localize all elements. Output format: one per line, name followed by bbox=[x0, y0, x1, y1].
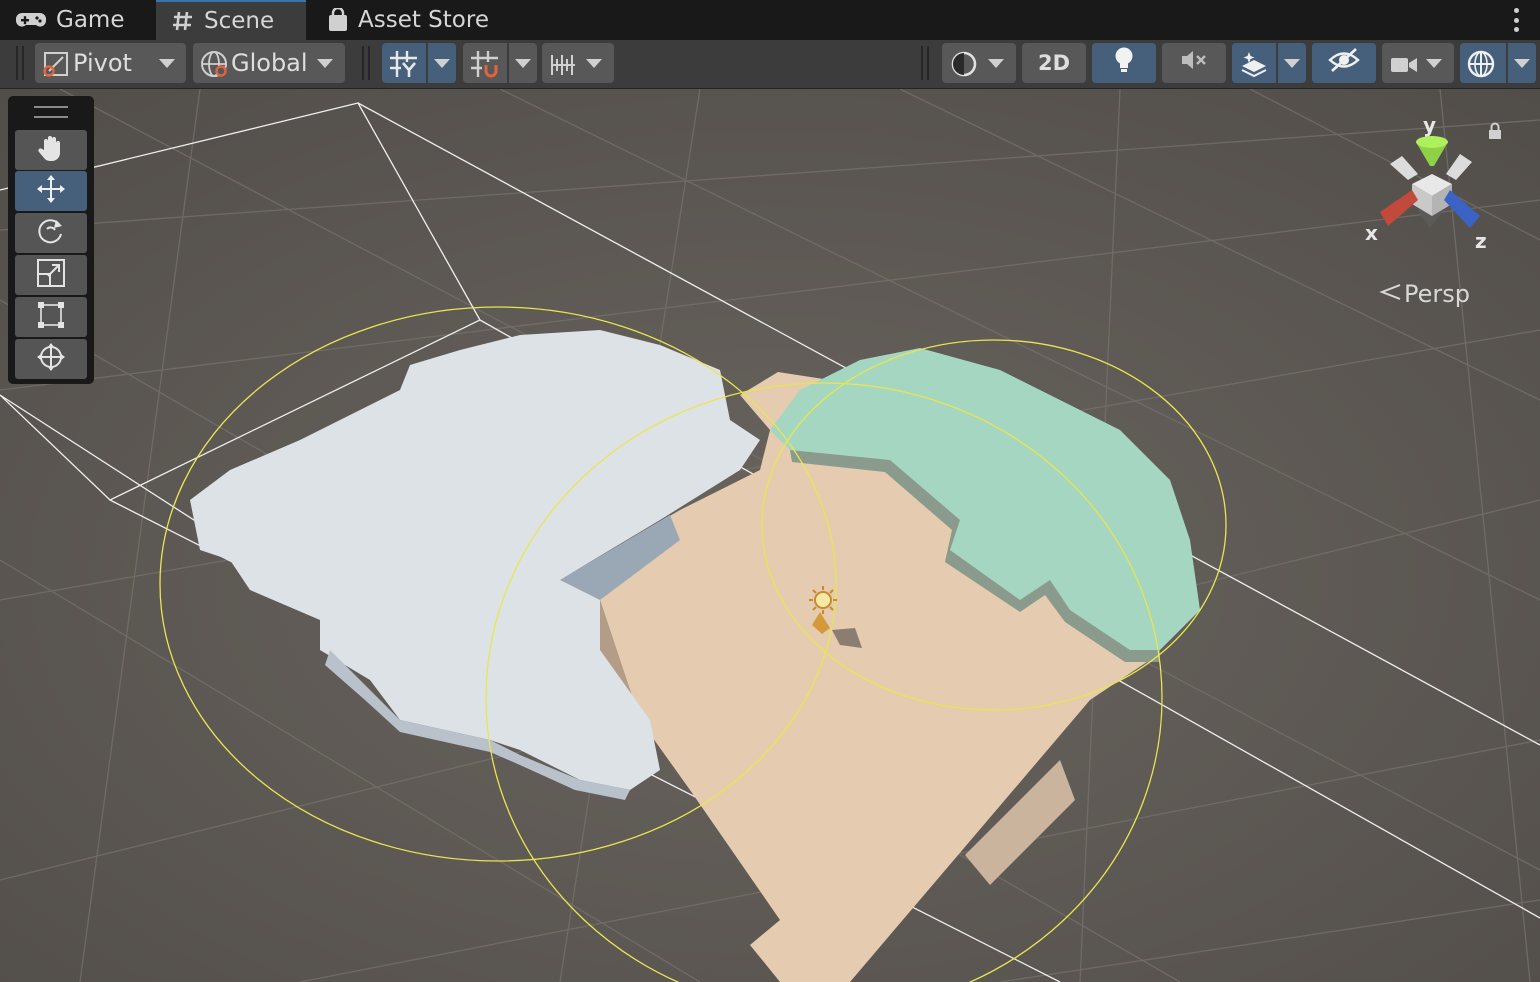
grid-snapping-button[interactable] bbox=[463, 43, 537, 83]
gizmo-z-label: z bbox=[1475, 229, 1487, 253]
tab-game[interactable]: Game bbox=[0, 0, 152, 40]
chevron-down-icon bbox=[317, 59, 333, 68]
chevron-down-icon bbox=[586, 59, 602, 68]
move-arrows-icon bbox=[35, 173, 67, 209]
shaded-sphere-icon bbox=[950, 50, 978, 84]
draw-mode-dropdown[interactable] bbox=[942, 43, 1016, 83]
projection-toggle[interactable]: Persp bbox=[1378, 280, 1470, 308]
camera-icon bbox=[1390, 53, 1418, 81]
camera-dropdown[interactable] bbox=[1382, 43, 1454, 83]
tab-label: Game bbox=[56, 7, 125, 33]
chevron-down-icon bbox=[1284, 59, 1300, 68]
lighting-toggle-button[interactable] bbox=[1092, 43, 1156, 83]
rect-transform-icon bbox=[36, 300, 66, 334]
tab-label: Asset Store bbox=[358, 7, 489, 33]
audio-toggle-button[interactable] bbox=[1162, 43, 1226, 83]
projection-label: Persp bbox=[1404, 280, 1470, 308]
pivot-dropdown[interactable]: Pivot bbox=[35, 43, 186, 83]
global-label: Global bbox=[231, 49, 308, 77]
move-tool[interactable] bbox=[15, 171, 87, 211]
transform-icon bbox=[35, 341, 67, 377]
snap-magnet-icon bbox=[470, 50, 500, 84]
scale-icon bbox=[36, 258, 66, 292]
hand-tool[interactable] bbox=[15, 130, 87, 170]
effects-dropdown[interactable] bbox=[1232, 43, 1306, 83]
eye-hidden-icon bbox=[1328, 47, 1360, 79]
grid-visibility-button[interactable] bbox=[382, 43, 456, 83]
rotate-icon bbox=[36, 216, 66, 250]
effects-layers-icon bbox=[1240, 50, 1268, 84]
scene-render bbox=[0, 89, 1540, 982]
tab-asset-store[interactable]: Asset Store bbox=[312, 0, 502, 40]
mode-2d-label: 2D bbox=[1037, 51, 1071, 75]
chevron-down-icon bbox=[988, 59, 1004, 68]
scene-toolbar: Pivot Global 2D bbox=[0, 40, 1540, 89]
toolbar-grip[interactable] bbox=[921, 46, 929, 80]
gamepad-icon bbox=[16, 11, 46, 29]
grid-y-icon bbox=[389, 50, 419, 84]
shopping-bag-icon bbox=[328, 8, 348, 32]
overlay-drag-handle[interactable] bbox=[34, 106, 68, 118]
global-dropdown[interactable]: Global bbox=[193, 43, 345, 83]
scene-visibility-button[interactable] bbox=[1312, 43, 1376, 83]
chevron-left-icon bbox=[1378, 280, 1402, 308]
gizmo-sphere-icon bbox=[1466, 49, 1496, 85]
gizmo-y-label: y bbox=[1423, 113, 1437, 137]
chevron-down-icon bbox=[434, 59, 450, 68]
more-options-icon[interactable] bbox=[1512, 8, 1520, 32]
lock-icon[interactable] bbox=[1487, 122, 1503, 144]
gizmo-x-label: x bbox=[1365, 221, 1378, 245]
toolbar-grip[interactable] bbox=[16, 46, 24, 80]
scale-tool[interactable] bbox=[15, 255, 87, 295]
light-bulb-icon bbox=[1113, 46, 1135, 80]
increment-snapping-button[interactable] bbox=[542, 43, 614, 83]
chevron-down-icon bbox=[1514, 59, 1530, 68]
tab-bar: Game Scene Asset Store bbox=[0, 0, 1540, 40]
pivot-label: Pivot bbox=[73, 49, 132, 77]
ruler-icon bbox=[549, 51, 577, 83]
tab-label: Scene bbox=[204, 8, 275, 34]
toolbar-grip[interactable] bbox=[362, 46, 370, 80]
toggle-2d-button[interactable]: 2D bbox=[1022, 43, 1086, 83]
rotate-tool[interactable] bbox=[15, 213, 87, 253]
hand-icon bbox=[36, 133, 66, 167]
chevron-down-icon bbox=[159, 59, 175, 68]
pivot-icon bbox=[43, 51, 69, 83]
chevron-down-icon bbox=[515, 59, 531, 68]
chevron-down-icon bbox=[1426, 59, 1442, 68]
transform-tool[interactable] bbox=[15, 339, 87, 379]
tools-overlay bbox=[8, 96, 94, 384]
tab-scene[interactable]: Scene bbox=[156, 0, 306, 40]
rect-tool[interactable] bbox=[15, 297, 87, 337]
scene-viewport[interactable]: y x z Persp bbox=[0, 89, 1540, 982]
hash-icon bbox=[172, 10, 194, 32]
gizmos-dropdown[interactable] bbox=[1460, 43, 1536, 83]
globe-icon bbox=[200, 50, 228, 84]
audio-muted-icon bbox=[1180, 48, 1208, 78]
